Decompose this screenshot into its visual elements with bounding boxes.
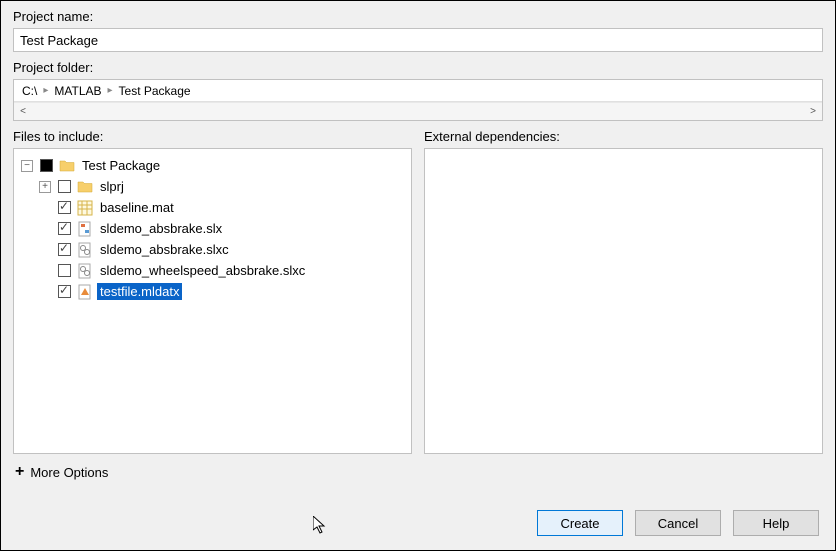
help-button[interactable]: Help bbox=[733, 510, 819, 536]
cursor-icon bbox=[313, 516, 329, 536]
expand-icon[interactable]: + bbox=[39, 181, 51, 193]
chevron-right-icon: ▸ bbox=[108, 85, 113, 96]
collapse-icon[interactable]: − bbox=[21, 160, 33, 172]
external-dependencies-list[interactable] bbox=[424, 148, 823, 454]
checkbox[interactable] bbox=[58, 264, 71, 277]
tree-item-label: baseline.mat bbox=[97, 199, 177, 216]
folder-icon bbox=[59, 158, 75, 174]
tree-row-root[interactable]: − Test Package bbox=[18, 155, 407, 176]
checkbox[interactable] bbox=[58, 285, 71, 298]
tree-row[interactable]: testfile.mldatx bbox=[18, 281, 407, 302]
breadcrumb[interactable]: C:\ ▸ MATLAB ▸ Test Package bbox=[14, 80, 822, 102]
breadcrumb-seg-matlab[interactable]: MATLAB bbox=[54, 84, 101, 98]
breadcrumb-root[interactable]: C:\ bbox=[22, 84, 37, 98]
project-name-label: Project name: bbox=[13, 9, 823, 24]
mldatx-file-icon bbox=[77, 284, 93, 300]
tree-row[interactable]: + slprj bbox=[18, 176, 407, 197]
files-tree[interactable]: − Test Package + slprj bbox=[13, 148, 412, 454]
slx-file-icon bbox=[77, 221, 93, 237]
cancel-button[interactable]: Cancel bbox=[635, 510, 721, 536]
tree-item-label: sldemo_wheelspeed_absbrake.slxc bbox=[97, 262, 308, 279]
tree-item-label: sldemo_absbrake.slx bbox=[97, 220, 225, 237]
more-options-toggle[interactable]: + More Options bbox=[13, 454, 823, 484]
tree-item-label: sldemo_absbrake.slxc bbox=[97, 241, 232, 258]
tree-item-label: Test Package bbox=[79, 157, 163, 174]
create-button[interactable]: Create bbox=[537, 510, 623, 536]
horizontal-scrollbar[interactable]: < > bbox=[14, 102, 822, 120]
checkbox[interactable] bbox=[58, 243, 71, 256]
tree-row[interactable]: baseline.mat bbox=[18, 197, 407, 218]
tree-row[interactable]: sldemo_wheelspeed_absbrake.slxc bbox=[18, 260, 407, 281]
checkbox[interactable] bbox=[58, 201, 71, 214]
checkbox[interactable] bbox=[58, 180, 71, 193]
project-folder-box: C:\ ▸ MATLAB ▸ Test Package < > bbox=[13, 79, 823, 121]
tree-row[interactable]: sldemo_absbrake.slxc bbox=[18, 239, 407, 260]
slxc-file-icon bbox=[77, 263, 93, 279]
plus-icon: + bbox=[15, 464, 24, 480]
tree-item-label: slprj bbox=[97, 178, 127, 195]
scroll-left-arrow[interactable]: < bbox=[14, 103, 32, 121]
folder-icon bbox=[77, 179, 93, 195]
mat-file-icon bbox=[77, 200, 93, 216]
project-name-input[interactable] bbox=[13, 28, 823, 52]
project-folder-label: Project folder: bbox=[13, 60, 823, 75]
slxc-file-icon bbox=[77, 242, 93, 258]
checkbox[interactable] bbox=[58, 222, 71, 235]
more-options-label: More Options bbox=[30, 465, 108, 480]
create-project-dialog: Project name: Project folder: C:\ ▸ MATL… bbox=[0, 0, 836, 551]
external-dependencies-label: External dependencies: bbox=[424, 129, 823, 144]
breadcrumb-seg-testpackage[interactable]: Test Package bbox=[119, 84, 191, 98]
chevron-right-icon: ▸ bbox=[43, 85, 48, 96]
files-to-include-label: Files to include: bbox=[13, 129, 412, 144]
tree-row[interactable]: sldemo_absbrake.slx bbox=[18, 218, 407, 239]
tree-item-label-selected: testfile.mldatx bbox=[97, 283, 182, 300]
scroll-right-arrow[interactable]: > bbox=[804, 103, 822, 121]
checkbox-root[interactable] bbox=[40, 159, 53, 172]
